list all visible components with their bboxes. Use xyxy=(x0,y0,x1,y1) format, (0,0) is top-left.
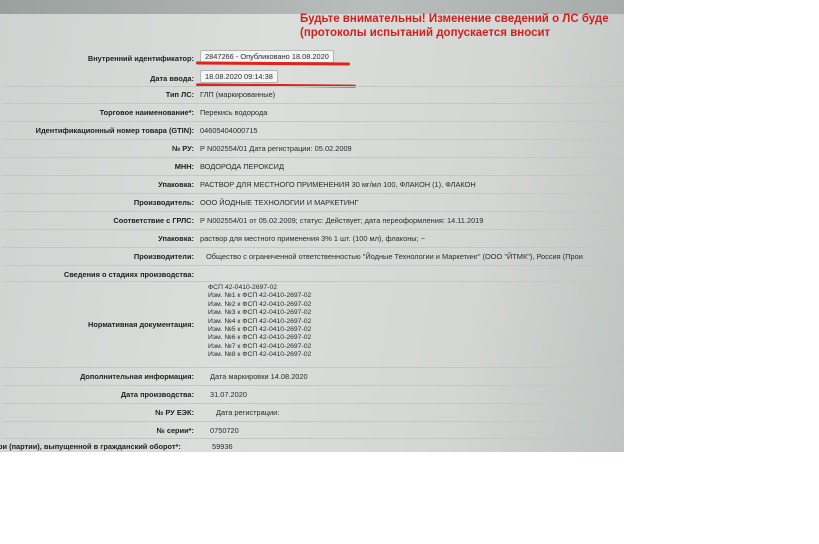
list-item: Изм. №2 к ФСП 42-0410-2697-02 xyxy=(208,300,312,308)
list-item: Изм. №1 к ФСП 42-0410-2697-02 xyxy=(208,292,312,300)
divider xyxy=(2,121,622,122)
field-value: 0750720 xyxy=(210,426,239,435)
red-underline-1 xyxy=(195,61,351,66)
field-label: Внутренний идентификатор: xyxy=(87,54,194,63)
field-label: Нормативная документация: xyxy=(88,320,194,329)
field-label: № РУ ЕЭК: xyxy=(155,408,194,417)
divider xyxy=(2,403,622,404)
field-label: Дата производства: xyxy=(120,390,194,399)
divider xyxy=(2,367,622,368)
field-value: ВОДОРОДА ПЕРОКСИД xyxy=(200,162,284,171)
field-label: Упаковка: xyxy=(158,180,194,189)
field-value: РАСТВОР ДЛЯ МЕСТНОГО ПРИМЕНЕНИЯ 30 мг/мл… xyxy=(200,180,476,189)
divider xyxy=(2,281,622,282)
divider xyxy=(2,86,622,87)
warning-line-1: Будьте внимательны! Изменение сведений о… xyxy=(300,13,609,25)
list-item: Изм. №4 к ФСП 42-0410-2697-02 xyxy=(208,317,312,325)
field-value: Р N002554/01 Дата регистрации: 05.02.200… xyxy=(200,144,352,153)
field-label: ри (партии), выпущенной в гражданский об… xyxy=(0,442,181,451)
list-item: Изм. №5 к ФСП 42-0410-2697-02 xyxy=(208,326,312,334)
input-date-value[interactable]: 18.08.2020 09:14:38 xyxy=(200,70,278,83)
list-item: ФСП 42-0410-2697-02 xyxy=(208,284,278,291)
divider xyxy=(2,175,622,176)
screen-photo: Будьте внимательны! Изменение сведений о… xyxy=(0,0,624,452)
field-label: Торговое наименование*: xyxy=(99,108,194,117)
field-value: Перекись водорода xyxy=(200,108,268,117)
field-value: Дата маркировки 14.08.2020 xyxy=(210,372,308,381)
divider xyxy=(2,229,622,230)
divider xyxy=(2,157,622,158)
field-label: Соответствие с ГРЛС: xyxy=(113,216,194,225)
list-item: Изм. №6 к ФСП 42-0410-2697-02 xyxy=(208,334,312,342)
warning-line-2: (протоколы испытаний допускается вносит xyxy=(300,27,551,39)
divider xyxy=(2,265,622,266)
warning-message: Будьте внимательны! Изменение сведений о… xyxy=(300,12,624,40)
list-item: Изм. №7 к ФСП 42-0410-2697-02 xyxy=(208,342,312,350)
field-label: Дополнительная информация: xyxy=(80,372,194,381)
field-label: Идентификационный номер товара (GTIN): xyxy=(35,126,194,135)
field-label: № РУ: xyxy=(172,144,194,153)
field-value: 59936 xyxy=(212,442,233,451)
list-item: Изм. №3 к ФСП 42-0410-2697-02 xyxy=(208,309,312,317)
field-label: Тип ЛС: xyxy=(165,90,194,99)
field-label: № серии*: xyxy=(156,426,194,435)
divider xyxy=(2,438,622,439)
field-value: 31.07.2020 xyxy=(210,390,247,399)
field-label: Производитель: xyxy=(133,198,194,207)
divider xyxy=(2,385,622,386)
divider xyxy=(2,211,622,212)
field-value: Р N002554/01 от 05.02.2009; статус: Дейс… xyxy=(200,216,484,225)
divider xyxy=(2,139,622,140)
field-value: ООО ЙОДНЫЕ ТЕХНОЛОГИИ И МАРКЕТИНГ xyxy=(200,198,359,207)
normative-doc-list: ФСП 42-0410-2697-02 Изм. №1 к ФСП 42-041… xyxy=(208,284,311,360)
list-item: Изм. №8 к ФСП 42-0410-2697-02 xyxy=(208,351,312,359)
field-value: 04605404000715 xyxy=(200,126,258,135)
field-label: Сведения о стадиях производства: xyxy=(63,270,194,279)
field-label: МНН: xyxy=(174,162,194,171)
divider xyxy=(2,421,622,422)
field-label: Упаковка: xyxy=(158,234,194,243)
divider xyxy=(2,193,622,194)
divider xyxy=(2,247,622,248)
field-value: Дата регистрации: xyxy=(216,408,280,417)
field-value: раствор для местного применения 3% 1 шт.… xyxy=(200,234,426,243)
field-value: ГЛП (маркированные) xyxy=(200,90,276,99)
field-label: Дата ввода: xyxy=(150,74,194,83)
divider xyxy=(2,103,622,104)
field-label: Производители: xyxy=(133,252,194,261)
field-value: Общество с ограниченной ответственностью… xyxy=(206,252,583,261)
